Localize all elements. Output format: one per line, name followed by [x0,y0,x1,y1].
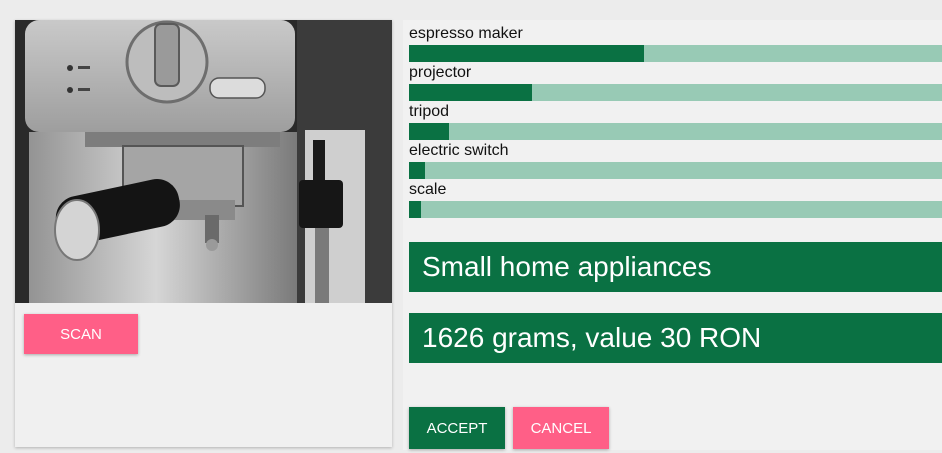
prediction-row: electric switch [409,143,942,179]
prediction-bar-fill [409,201,422,218]
prediction-row: projector [409,65,942,101]
prediction-bar [409,123,942,140]
prediction-row: scale [409,182,942,218]
prediction-bar-fill [409,162,425,179]
prediction-bar [409,84,942,101]
prediction-bar-fill [409,45,644,62]
prediction-label: electric switch [409,142,509,159]
prediction-label: tripod [409,103,450,120]
category-banner: Small home appliances [409,242,942,292]
prediction-bar [409,45,942,62]
prediction-bar [409,162,942,179]
prediction-bar [409,201,942,218]
estimate-banner: 1626 grams, value 30 RON [409,313,942,363]
prediction-label: espresso maker [409,25,523,42]
prediction-bar-fill [409,123,449,140]
accept-button[interactable]: ACCEPT [409,407,505,449]
prediction-label: scale [409,181,447,198]
prediction-label: projector [409,64,472,81]
category-text: Small home appliances [422,251,712,282]
espresso-machine-image [15,20,392,303]
scanner-card: SCAN [15,20,392,447]
prediction-row: espresso maker [409,26,942,62]
prediction-bar-fill [409,84,532,101]
scan-button[interactable]: SCAN [24,314,138,354]
prediction-row: tripod [409,104,942,140]
results-panel: espresso maker projector tripod electric sw… [403,20,942,450]
estimate-text: 1626 grams, value 30 RON [422,322,762,353]
cancel-button[interactable]: CANCEL [513,407,609,449]
camera-preview [15,20,392,303]
